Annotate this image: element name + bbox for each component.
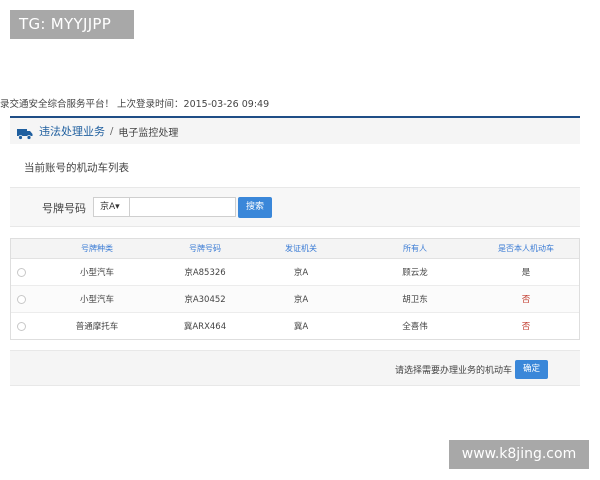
row-select-radio[interactable] <box>17 321 26 331</box>
cell-issuing-authority: 京A <box>293 268 309 278</box>
table-header-row: 号牌种类 号牌号码 发证机关 所有人 是否本人机动车 <box>11 239 579 259</box>
cell-issuing-authority: 京A <box>293 295 309 305</box>
table-row[interactable]: 小型汽车 京A30452 京A 胡卫东 否 <box>11 286 579 313</box>
breadcrumb-link-violation[interactable]: 违法处理业务 <box>39 123 105 139</box>
vehicle-table: 号牌种类 号牌号码 发证机关 所有人 是否本人机动车 小型汽车 京A85326 … <box>10 238 580 340</box>
search-panel: 号牌号码 京A▾ 搜索 <box>10 187 580 227</box>
cell-own-vehicle: 否 <box>521 295 531 305</box>
cell-own-vehicle: 否 <box>521 322 531 332</box>
header-plate-type: 号牌种类 <box>81 244 113 253</box>
cell-issuing-authority: 冀A <box>293 322 309 332</box>
footer-action-bar: 请选择需要办理业务的机动车 确定 <box>10 350 580 386</box>
breadcrumb-separator: / <box>110 125 114 137</box>
table-row[interactable]: 小型汽车 京A85326 京A 顾云龙 是 <box>11 259 579 286</box>
table-row[interactable]: 普通摩托车 冀ARX464 冀A 全喜伟 否 <box>11 313 579 339</box>
cell-plate-number: 冀ARX464 <box>183 322 227 332</box>
breadcrumb: 违法处理业务 / 电子监控处理 <box>10 116 580 144</box>
cell-plate-type: 普通摩托车 <box>75 322 119 332</box>
cell-owner: 全喜伟 <box>402 322 428 332</box>
breadcrumb-current: 电子监控处理 <box>118 127 179 139</box>
cell-plate-type: 小型汽车 <box>79 295 114 305</box>
truck-icon <box>17 125 33 140</box>
confirm-button[interactable]: 确定 <box>515 360 548 379</box>
row-select-radio[interactable] <box>17 294 26 304</box>
header-own-vehicle: 是否本人机动车 <box>498 244 554 253</box>
header-select <box>11 239 29 258</box>
header-owner: 所有人 <box>403 244 427 253</box>
cell-owner: 顾云龙 <box>402 268 428 278</box>
search-button[interactable]: 搜索 <box>238 197 272 218</box>
site-watermark-badge: www.k8jing.com <box>449 440 589 469</box>
tg-watermark-badge: TG: MYYJJPP <box>10 10 134 39</box>
welcome-message: 录交通安全综合服务平台！ 上次登录时间：2015-03-26 09:49 <box>0 99 270 110</box>
cell-plate-type: 小型汽车 <box>79 268 114 278</box>
cell-owner: 胡卫东 <box>402 295 428 305</box>
province-select[interactable]: 京A▾ <box>93 197 130 217</box>
cell-plate-number: 京A85326 <box>184 268 226 278</box>
plate-number-input[interactable] <box>129 197 236 217</box>
header-plate-number: 号牌号码 <box>189 244 221 253</box>
select-vehicle-prompt: 请选择需要办理业务的机动车 <box>394 366 512 376</box>
section-title: 当前账号的机动车列表 <box>24 162 129 174</box>
cell-own-vehicle: 是 <box>521 268 531 278</box>
header-issuing-authority: 发证机关 <box>285 244 317 253</box>
plate-number-label: 号牌号码 <box>42 202 86 215</box>
cell-plate-number: 京A30452 <box>184 295 226 305</box>
row-select-radio[interactable] <box>17 267 26 277</box>
